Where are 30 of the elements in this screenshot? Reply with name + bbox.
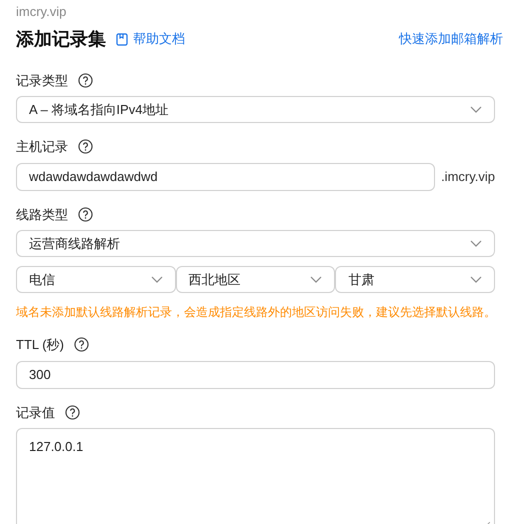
dropdown[interactable]: 西北地区 <box>176 266 336 293</box>
input-field[interactable]: wdawdawdawdawdwd <box>16 162 436 190</box>
field-label: 线路类型 <box>16 206 68 224</box>
help-icon[interactable] <box>78 206 93 222</box>
domain-name: imcry.vip <box>16 3 68 21</box>
chevron-down-icon <box>310 276 322 283</box>
field-label: 记录类型 <box>16 72 68 90</box>
chevron-down-icon <box>470 106 482 113</box>
book-icon <box>116 32 128 46</box>
field-label: TTL (秒) <box>16 336 64 354</box>
dropdown[interactable]: 电信 <box>16 266 176 293</box>
chevron-down-icon <box>150 276 163 283</box>
help-icon[interactable] <box>65 404 80 420</box>
field-label: 主机记录 <box>16 138 68 156</box>
text-area[interactable]: 127.0.0.1 <box>16 428 495 524</box>
help-doc-link[interactable]: 帮助文档 <box>116 29 185 49</box>
dropdown[interactable]: 运营商线路解析 <box>16 230 495 257</box>
domain-suffix: .imcry.vip <box>441 168 495 186</box>
chevron-down-icon <box>470 240 482 247</box>
dropdown[interactable]: 甘肃 <box>335 266 496 293</box>
page-title: 添加记录集 <box>16 28 106 50</box>
warning-text: 域名未添加默认线路解析记录，会造成指定线路外的地区访问失败，建议先选择默认线路。 <box>16 304 495 321</box>
help-icon[interactable] <box>78 139 93 154</box>
help-icon[interactable] <box>74 337 89 352</box>
input-field[interactable]: 300 <box>16 360 495 388</box>
quick-add-link[interactable]: 快速添加邮箱解析 <box>399 29 503 49</box>
chevron-down-icon <box>470 276 482 283</box>
help-icon[interactable] <box>78 72 93 88</box>
dropdown[interactable]: A – 将域名指向IPv4地址 <box>16 96 495 123</box>
field-label: 记录值 <box>16 404 55 422</box>
